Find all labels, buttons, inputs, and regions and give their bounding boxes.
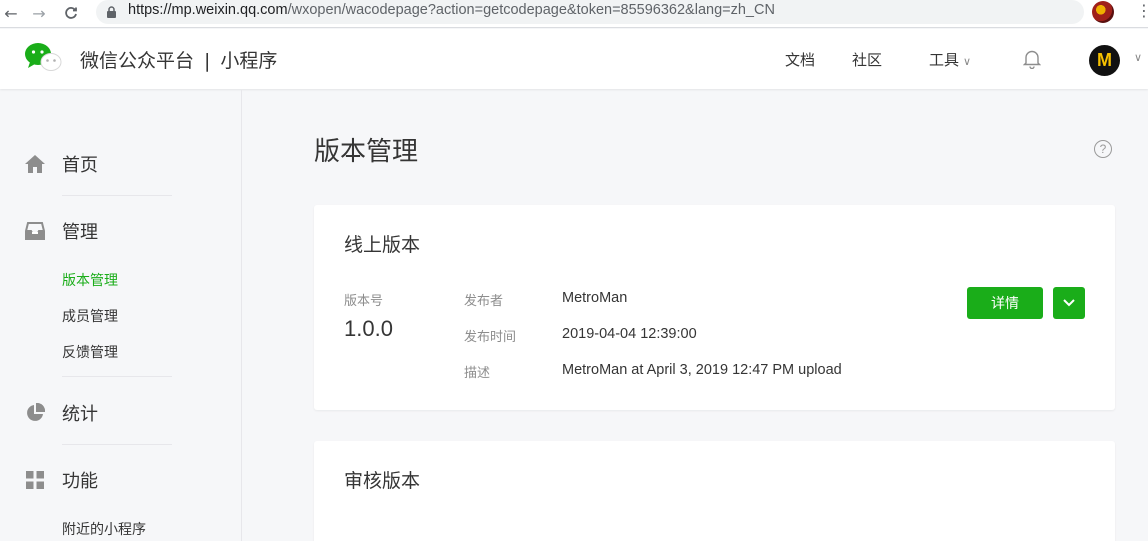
sidebar-sub-version-manage[interactable]: 版本管理	[62, 270, 118, 290]
forward-arrow-icon[interactable]: →	[28, 2, 50, 24]
chevron-down-icon	[1063, 299, 1075, 307]
inbox-icon	[24, 220, 46, 242]
page-title: 版本管理	[314, 137, 419, 167]
detail-button[interactable]: 详情	[967, 287, 1043, 319]
sidebar-item-label: 统计	[62, 404, 98, 425]
back-arrow-icon[interactable]: ←	[0, 2, 22, 24]
address-bar[interactable]: https://mp.weixin.qq.com/wxopen/wacodepa…	[96, 0, 1084, 24]
sidebar-item-features[interactable]: 功能	[24, 467, 98, 493]
url-text: https://mp.weixin.qq.com/wxopen/wacodepa…	[128, 2, 775, 18]
pie-chart-icon	[24, 402, 46, 424]
brand-title[interactable]: 微信公众平台 | 小程序	[80, 46, 277, 73]
more-actions-button[interactable]	[1053, 287, 1085, 319]
nav-tools-menu[interactable]: 工具 ∨	[929, 49, 971, 70]
sidebar: 首页 管理 版本管理 成员管理 反馈管理 统计 功能 附近的小程序	[0, 90, 242, 541]
chevron-down-icon: ∨	[963, 55, 972, 68]
browser-menu-icon[interactable]: ⋮	[1136, 1, 1148, 20]
version-number: 1.0.0	[344, 316, 393, 341]
publisher-label: 发布者	[464, 294, 504, 309]
review-version-card: 审核版本	[314, 441, 1115, 541]
publisher-value: MetroMan	[562, 290, 628, 306]
sidebar-item-label: 首页	[62, 155, 98, 176]
lock-icon	[107, 6, 116, 18]
avatar-chevron-down-icon[interactable]: ∨	[1134, 51, 1142, 64]
online-version-card: 线上版本 版本号 1.0.0 发布者 MetroMan 发布时间 2019-04…	[314, 205, 1115, 410]
sidebar-item-stats[interactable]: 统计	[24, 400, 98, 426]
nav-community-link[interactable]: 社区	[852, 49, 882, 70]
version-number-label: 版本号	[344, 294, 384, 309]
sidebar-divider	[62, 195, 172, 196]
top-header: 微信公众平台 | 小程序 文档 社区 工具 ∨ M ∨	[0, 29, 1148, 89]
sidebar-sub-nearby-miniprogram[interactable]: 附近的小程序	[62, 519, 146, 539]
sidebar-sub-member-manage[interactable]: 成员管理	[62, 306, 118, 326]
card-title: 审核版本	[344, 470, 421, 492]
sidebar-divider	[62, 444, 172, 445]
browser-toolbar: ← → https://mp.weixin.qq.com/wxopen/waco…	[0, 0, 1148, 28]
publish-time-label: 发布时间	[464, 330, 517, 345]
bell-icon[interactable]	[1023, 49, 1041, 69]
nav-docs-link[interactable]: 文档	[785, 49, 815, 70]
card-title: 线上版本	[344, 234, 421, 256]
wechat-logo-icon	[25, 43, 62, 71]
reload-icon[interactable]	[60, 2, 82, 24]
grid-icon	[24, 469, 46, 491]
sidebar-item-label: 功能	[62, 471, 98, 492]
sidebar-sub-feedback-manage[interactable]: 反馈管理	[62, 342, 118, 362]
sidebar-item-label: 管理	[62, 222, 98, 243]
description-label: 描述	[464, 366, 491, 381]
avatar[interactable]: M	[1089, 45, 1120, 76]
home-icon	[24, 153, 46, 175]
sidebar-item-home[interactable]: 首页	[24, 151, 98, 177]
description-value: MetroMan at April 3, 2019 12:47 PM uploa…	[562, 362, 842, 378]
sidebar-item-manage[interactable]: 管理	[24, 218, 98, 244]
sidebar-divider	[62, 376, 172, 377]
publish-time-value: 2019-04-04 12:39:00	[562, 326, 697, 342]
browser-profile-icon[interactable]	[1092, 1, 1114, 23]
help-icon[interactable]: ?	[1094, 140, 1112, 158]
